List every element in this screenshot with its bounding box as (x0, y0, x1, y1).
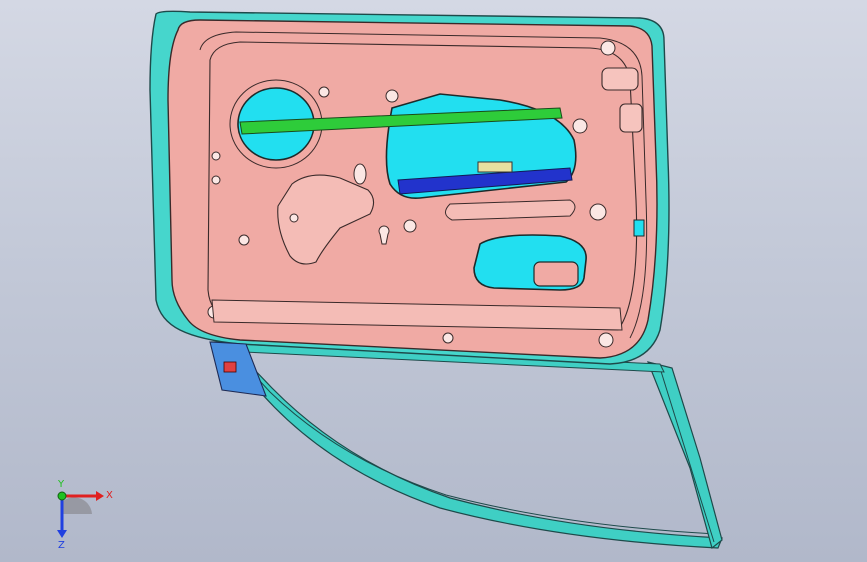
mount-hole (238, 234, 250, 246)
coordinate-triad: X Z Y (57, 479, 113, 548)
hinge-tab (633, 219, 645, 237)
rail-clip (477, 161, 513, 173)
z-axis-arrow (57, 530, 67, 538)
window-frame-rear-line (659, 367, 715, 543)
mount-hole (211, 175, 221, 185)
mount-hole (318, 86, 330, 98)
x-axis-label: X (106, 490, 113, 501)
z-axis-label: Z (58, 540, 65, 548)
window-frame-lower[interactable] (210, 341, 723, 549)
handle-slot-2 (619, 103, 643, 133)
mount-hole (598, 332, 614, 348)
mount-hole (289, 213, 299, 223)
mount-hole (589, 203, 607, 221)
mount-hole (403, 219, 417, 233)
keyhole-slot (353, 163, 367, 185)
mount-hole (442, 332, 454, 344)
y-axis-label: Y (57, 479, 65, 490)
mount-hole (572, 118, 588, 134)
triad-shade (62, 497, 92, 514)
x-axis-arrow (96, 491, 104, 501)
y-axis-marker (57, 491, 67, 501)
latch-pocket[interactable] (533, 261, 579, 287)
window-frame-rear-pillar[interactable] (647, 361, 723, 550)
door-panel-model[interactable] (0, 0, 867, 562)
hinge-bracket-marker (223, 361, 237, 373)
mount-hole (385, 89, 399, 103)
mount-hole (211, 151, 221, 161)
mount-hole (600, 40, 616, 56)
handle-slot[interactable] (601, 67, 639, 91)
cad-viewport[interactable]: X Z Y (0, 0, 867, 562)
